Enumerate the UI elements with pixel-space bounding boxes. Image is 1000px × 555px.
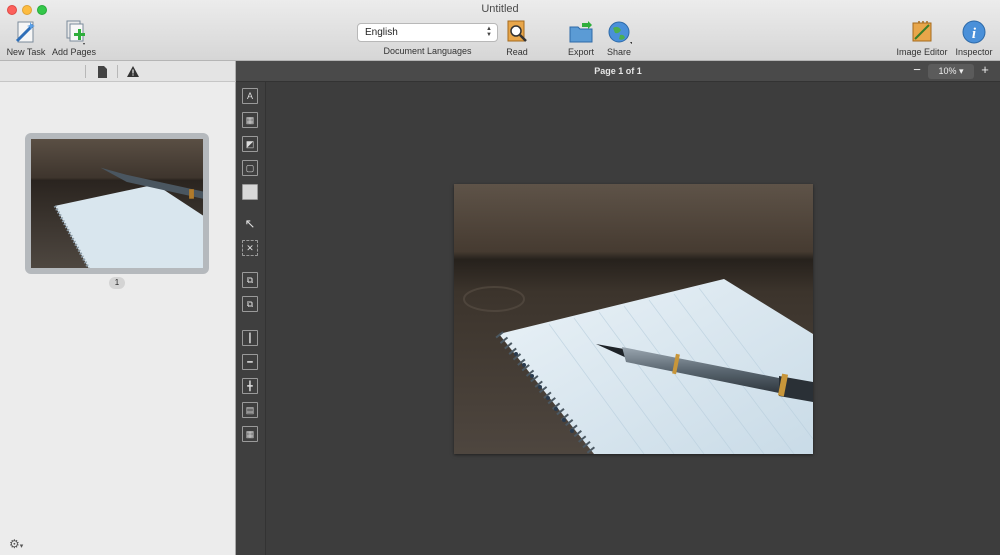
image-editor-label: Image Editor xyxy=(896,47,948,57)
warning-icon xyxy=(127,66,139,77)
page-status-bar: Page 1 of 1 − 10% ▾ + xyxy=(236,61,1000,82)
select-arrows-icon: ▲ ▼ xyxy=(486,26,492,38)
export-button[interactable]: Export xyxy=(565,19,597,57)
page-image[interactable] xyxy=(454,184,813,454)
add-pages-label: Add Pages xyxy=(52,47,97,57)
inspector-label: Inspector xyxy=(955,47,993,57)
background-picture-icon[interactable] xyxy=(242,184,258,200)
table-area-icon[interactable]: ▦ xyxy=(242,112,258,128)
page-count-label: Page 1 of 1 xyxy=(594,66,642,76)
zoom-level-select[interactable]: 10% ▾ xyxy=(928,63,974,79)
app-window: Untitled New Task Add Pages English ▲▼ xyxy=(0,0,1000,555)
read-label: Read xyxy=(506,47,528,57)
sidebar-header xyxy=(0,61,236,82)
zoom-control: − 10% ▾ + xyxy=(908,63,994,79)
page-thumbnail-image xyxy=(31,139,203,269)
export-icon xyxy=(569,21,593,43)
page-number-badge: 1 xyxy=(109,277,125,289)
divider xyxy=(85,65,86,78)
new-task-label: New Task xyxy=(6,47,46,57)
add-pages-icon xyxy=(66,20,85,45)
document-language-value: English xyxy=(365,27,398,38)
image-editor-button[interactable]: Image Editor xyxy=(895,19,949,57)
recognition-area-icon[interactable]: ▢ xyxy=(242,160,258,176)
inspector-button[interactable]: i Inspector xyxy=(953,19,995,57)
area-tools-strip: A ▦ ◩ ▢ ↖ ✕ ⧉ ⧉ ┃ ━ ╋ ▤ ▦ xyxy=(236,82,266,555)
text-area-icon[interactable]: A xyxy=(242,88,258,104)
image-editor-icon xyxy=(912,21,932,42)
share-icon xyxy=(608,21,632,44)
warnings-view-tab[interactable] xyxy=(118,63,148,80)
sub-toolbar: Page 1 of 1 − 10% ▾ + xyxy=(0,61,1000,82)
window-title: Untitled xyxy=(481,3,519,15)
add-pages-button[interactable]: Add Pages xyxy=(52,19,96,57)
zoom-out-button[interactable]: − xyxy=(908,63,926,79)
export-label: Export xyxy=(567,47,594,57)
document-language-select[interactable]: English ▲ ▼ xyxy=(357,23,498,42)
page-thumbnail[interactable] xyxy=(25,133,209,274)
share-button[interactable]: Share xyxy=(603,19,635,57)
select-tool-icon[interactable]: ↖ xyxy=(242,216,258,232)
new-task-icon xyxy=(15,21,35,43)
insert-column-icon[interactable]: ┃ xyxy=(242,330,258,346)
pages-view-tab[interactable] xyxy=(87,63,117,80)
add-area-icon[interactable]: ⧉ xyxy=(242,272,258,288)
read-button[interactable]: Read xyxy=(502,19,532,57)
share-label: Share xyxy=(606,47,632,57)
toolbar: Untitled New Task Add Pages English ▲▼ xyxy=(0,0,1000,61)
split-cells-icon[interactable]: ▤ xyxy=(242,402,258,418)
insert-row-icon[interactable]: ━ xyxy=(242,354,258,370)
document-canvas xyxy=(267,82,1000,555)
new-task-button[interactable]: New Task xyxy=(6,19,46,57)
zoom-value: 10% xyxy=(938,65,957,76)
remove-area-icon[interactable]: ⧉ xyxy=(242,296,258,312)
delete-area-icon[interactable]: ✕ xyxy=(242,240,258,256)
chevron-down-icon: ▾ xyxy=(959,65,964,76)
pages-sidebar: 1 ⚙▾ xyxy=(0,82,236,555)
page-icon xyxy=(98,65,107,78)
merge-cells-icon[interactable]: ╋ xyxy=(242,378,258,394)
document-languages-label: Document Languages xyxy=(383,46,472,56)
picture-area-icon[interactable]: ◩ xyxy=(242,136,258,152)
gear-icon[interactable]: ⚙▾ xyxy=(9,537,23,551)
zoom-in-button[interactable]: + xyxy=(976,63,994,79)
info-icon: i xyxy=(962,20,986,44)
read-icon xyxy=(507,20,527,42)
table-grid-icon[interactable]: ▦ xyxy=(242,426,258,442)
